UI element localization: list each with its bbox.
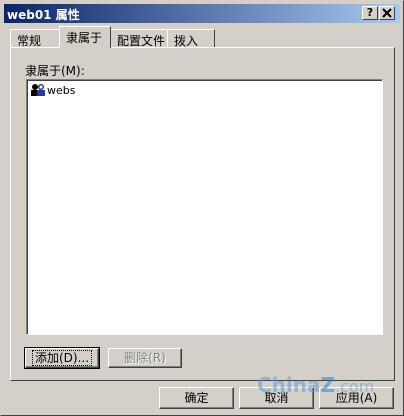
watermark: ChinaZ.com [257, 373, 374, 397]
title-bar[interactable]: web01 属性 ? [4, 4, 400, 23]
watermark-text-2: Z [320, 373, 336, 397]
remove-button-label: 删除(R) [124, 351, 166, 365]
tab-member-of-label: 隶属于 [66, 31, 103, 45]
tab-general-label: 常规 [17, 34, 42, 48]
window-title: web01 属性 [7, 8, 80, 22]
member-of-listbox[interactable]: webs [26, 79, 383, 335]
add-button[interactable]: 添加(D)... [24, 347, 100, 369]
group-icon [30, 83, 46, 97]
close-icon [382, 8, 392, 18]
member-of-label: 隶属于(M): [25, 64, 85, 78]
tab-general[interactable]: 常规 [10, 29, 60, 48]
properties-dialog: web01 属性 ? 常规 隶属于 配置文件 拨入 隶属于(M): webs 添… [0, 0, 404, 416]
list-item[interactable]: webs [30, 83, 75, 99]
tab-profile-label: 配置文件 [117, 34, 166, 48]
add-button-label: 添加(D)... [31, 350, 93, 366]
ok-button-label: 确定 [184, 391, 209, 405]
list-item-label: webs [47, 83, 76, 97]
member-of-panel: 隶属于(M): webs 添加(D)... 删除(R) [10, 47, 395, 381]
watermark-text-1: China [257, 373, 321, 397]
remove-button[interactable]: 删除(R) [108, 348, 182, 368]
tab-dial-in-label: 拨入 [174, 34, 199, 48]
tab-member-of[interactable]: 隶属于 [59, 26, 111, 48]
ok-button[interactable]: 确定 [159, 387, 234, 409]
tab-profile[interactable]: 配置文件 [110, 29, 168, 48]
help-button[interactable]: ? [362, 6, 378, 20]
tab-dial-in[interactable]: 拨入 [167, 29, 215, 48]
watermark-text-3: .com [335, 377, 375, 396]
close-button[interactable] [379, 6, 395, 20]
